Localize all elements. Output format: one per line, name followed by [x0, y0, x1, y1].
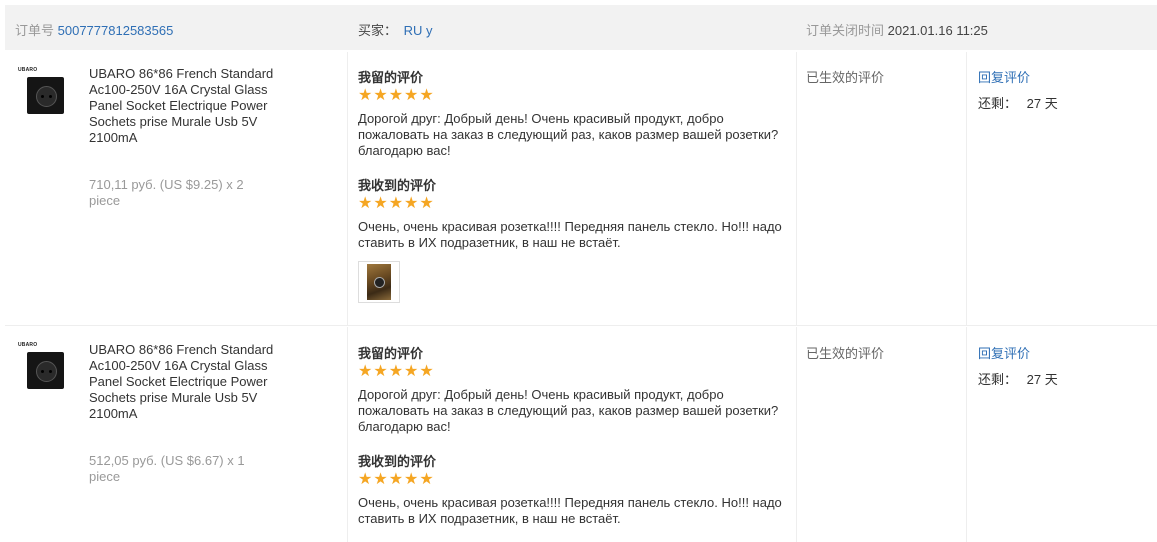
star-icon: ★: [404, 195, 419, 212]
star-icon: ★: [419, 471, 434, 488]
star-icon: ★: [358, 471, 373, 488]
review-photo-thumbnail[interactable]: [358, 261, 400, 303]
product-brand-logo: UBARO: [18, 67, 38, 73]
column-divider: [347, 52, 348, 325]
star-icon: ★: [388, 87, 404, 104]
order-number-group: 订单号 5007777812583565: [15, 20, 173, 39]
remaining-time: 还剩： 27 天: [978, 369, 1058, 388]
product-thumbnail[interactable]: UBARO: [18, 342, 66, 404]
star-icon: ★: [419, 87, 434, 104]
product-price: 512,05 руб. (US $6.67) x 1 piece: [89, 453, 245, 484]
order-number-label: 订单号: [15, 23, 55, 38]
star-icon: ★: [419, 363, 434, 380]
close-time-label: 订单关闭时间: [806, 23, 885, 38]
order-review-page: 订单号 5007777812583565 买家： RU y 订单关闭时间 202…: [0, 0, 1157, 542]
product-title[interactable]: UBARO 86*86 French Standard Ac100-250V 1…: [89, 66, 279, 146]
star-icon: ★: [388, 471, 404, 488]
socket-image: [27, 77, 64, 114]
review-status: 已生效的评价: [806, 70, 885, 85]
star-icon: ★: [419, 195, 434, 212]
product-brand-logo: UBARO: [18, 342, 38, 348]
column-divider: [966, 327, 967, 542]
order-header: 订单号 5007777812583565 买家： RU y 订单关闭时间 202…: [5, 5, 1157, 50]
close-time-value: 2021.01.16 11:25: [887, 23, 988, 38]
received-review-heading: 我收到的评价: [358, 178, 437, 193]
buyer-label: 买家：: [358, 23, 398, 38]
review-status: 已生效的评价: [806, 346, 885, 361]
my-review-heading: 我留的评价: [358, 70, 424, 85]
star-icon: ★: [404, 363, 419, 380]
star-icon: ★: [404, 471, 419, 488]
remaining-label: 还剩：: [978, 96, 1018, 111]
my-review-heading: 我留的评价: [358, 346, 424, 361]
star-icon: ★: [373, 363, 388, 380]
remaining-value: 27 天: [1026, 372, 1058, 387]
my-review-text: Дорогой друг: Добрый день! Очень красивы…: [358, 111, 779, 158]
product-thumbnail[interactable]: UBARO: [18, 67, 66, 129]
star-icon: ★: [404, 87, 419, 104]
product-title[interactable]: UBARO 86*86 French Standard Ac100-250V 1…: [89, 342, 279, 422]
column-divider: [796, 327, 797, 542]
reply-review-link[interactable]: 回复评价: [978, 343, 1030, 362]
received-review-text: Очень, очень красивая розетка!!!! Передн…: [358, 495, 782, 526]
order-number-link[interactable]: 5007777812583565: [58, 23, 174, 38]
buyer-name-link[interactable]: RU y: [404, 23, 433, 38]
order-item-row: UBARO UBARO 86*86 French Standard Ac100-…: [5, 327, 1157, 542]
remaining-time: 还剩： 27 天: [978, 93, 1058, 112]
received-rating-stars: ★ ★ ★ ★ ★: [358, 195, 434, 212]
star-icon: ★: [388, 195, 404, 212]
received-review-text: Очень, очень красивая розетка!!!! Передн…: [358, 219, 782, 250]
my-rating-stars: ★ ★ ★ ★ ★: [358, 363, 434, 380]
star-icon: ★: [373, 195, 388, 212]
star-icon: ★: [358, 363, 373, 380]
close-time-group: 订单关闭时间 2021.01.16 11:25: [806, 20, 988, 39]
column-divider: [966, 52, 967, 325]
star-icon: ★: [373, 471, 388, 488]
product-price: 710,11 руб. (US $9.25) x 2 piece: [89, 177, 244, 208]
reply-review-link[interactable]: 回复评价: [978, 67, 1030, 86]
row-divider: [5, 325, 1157, 326]
received-rating-stars: ★ ★ ★ ★ ★: [358, 471, 434, 488]
received-review-heading: 我收到的评价: [358, 454, 437, 469]
my-review-text: Дорогой друг: Добрый день! Очень красивы…: [358, 387, 779, 434]
column-divider: [796, 52, 797, 325]
remaining-value: 27 天: [1026, 96, 1058, 111]
star-icon: ★: [373, 87, 388, 104]
remaining-label: 还剩：: [978, 372, 1018, 387]
star-icon: ★: [388, 363, 404, 380]
star-icon: ★: [358, 87, 373, 104]
star-icon: ★: [358, 195, 373, 212]
buyer-group: 买家： RU y: [358, 20, 433, 39]
socket-image: [27, 352, 64, 389]
order-item-row: UBARO UBARO 86*86 French Standard Ac100-…: [5, 52, 1157, 325]
my-rating-stars: ★ ★ ★ ★ ★: [358, 87, 434, 104]
column-divider: [347, 327, 348, 542]
review-photo-image: [367, 264, 391, 300]
